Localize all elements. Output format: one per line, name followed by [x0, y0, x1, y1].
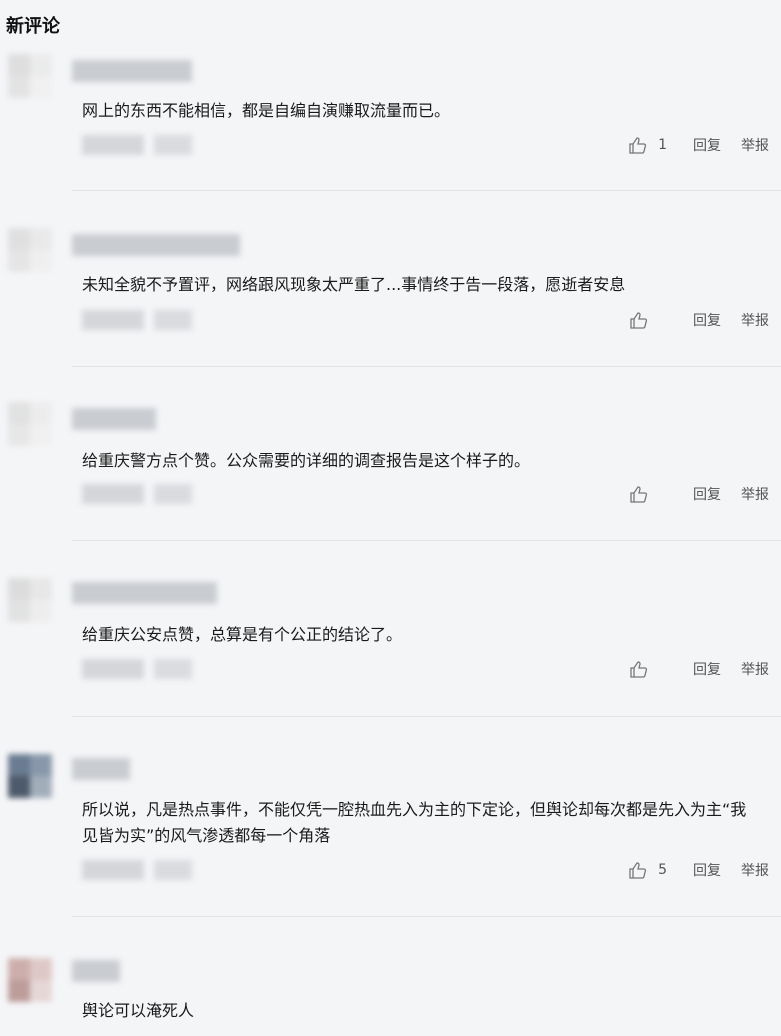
- reply-button[interactable]: 回复: [693, 484, 721, 504]
- username[interactable]: [72, 234, 240, 256]
- like-button[interactable]: 5: [628, 860, 667, 880]
- thumbs-up-icon: [630, 486, 648, 503]
- reply-button[interactable]: 回复: [693, 135, 721, 155]
- like-button[interactable]: [629, 659, 667, 679]
- username[interactable]: [72, 60, 192, 82]
- report-button[interactable]: 举报: [741, 484, 769, 504]
- comment-meta: [82, 484, 192, 504]
- divider: [72, 366, 781, 367]
- username[interactable]: [72, 758, 130, 780]
- comment-text: 未知全貌不予置评，网络跟风现象太严重了...事情终于告一段落，愿逝者安息: [82, 275, 626, 294]
- like-count: 5: [658, 862, 667, 878]
- avatar[interactable]: [0, 48, 60, 108]
- avatar[interactable]: [0, 952, 60, 1012]
- avatar[interactable]: [0, 572, 60, 632]
- comment-actions: 回复 举报: [629, 309, 769, 331]
- report-button[interactable]: 举报: [741, 860, 769, 880]
- like-button[interactable]: [629, 484, 667, 504]
- comment-text: 所以说，凡是热点事件，不能仅凭一腔热血先入为主的下定论，但舆论却每次都是先入为主…: [82, 800, 747, 845]
- username[interactable]: [72, 960, 120, 982]
- like-button[interactable]: 1: [628, 135, 667, 155]
- reply-button[interactable]: 回复: [693, 860, 721, 880]
- thumbs-up-icon: [629, 862, 647, 879]
- report-button[interactable]: 举报: [741, 659, 769, 679]
- section-title: 新评论: [6, 16, 60, 37]
- thumbs-up-icon: [630, 312, 648, 329]
- divider: [72, 716, 781, 717]
- reply-button[interactable]: 回复: [693, 310, 721, 330]
- report-button[interactable]: 举报: [741, 310, 769, 330]
- divider: [72, 916, 781, 917]
- avatar[interactable]: [0, 396, 60, 456]
- like-button[interactable]: [629, 310, 667, 330]
- divider: [72, 540, 781, 541]
- comment-meta: [82, 659, 192, 679]
- comment-actions: 5 回复 举报: [628, 859, 769, 881]
- username[interactable]: [72, 408, 156, 430]
- comment-meta: [82, 310, 192, 330]
- thumbs-up-icon: [630, 661, 648, 678]
- avatar[interactable]: [0, 222, 60, 282]
- comment-text: 给重庆警方点个赞。公众需要的详细的调查报告是这个样子的。: [82, 451, 531, 470]
- comment-text: 网上的东西不能相信，都是自编自演赚取流量而已。: [82, 101, 451, 120]
- reply-button[interactable]: 回复: [693, 659, 721, 679]
- comment-actions: 1 回复 举报: [628, 134, 769, 156]
- comment-text: 给重庆公安点赞，总算是有个公正的结论了。: [82, 625, 403, 644]
- username[interactable]: [72, 582, 217, 604]
- thumbs-up-icon: [629, 137, 647, 154]
- report-button[interactable]: 举报: [741, 135, 769, 155]
- avatar[interactable]: [0, 748, 60, 808]
- comment-actions: 回复 举报: [629, 483, 769, 505]
- like-count: 1: [658, 137, 667, 153]
- comment-text: 舆论可以淹死人: [82, 1001, 195, 1020]
- comment-actions: 回复 举报: [629, 658, 769, 680]
- comment-meta: [82, 860, 192, 880]
- divider: [72, 190, 781, 191]
- comment-meta: [82, 135, 192, 155]
